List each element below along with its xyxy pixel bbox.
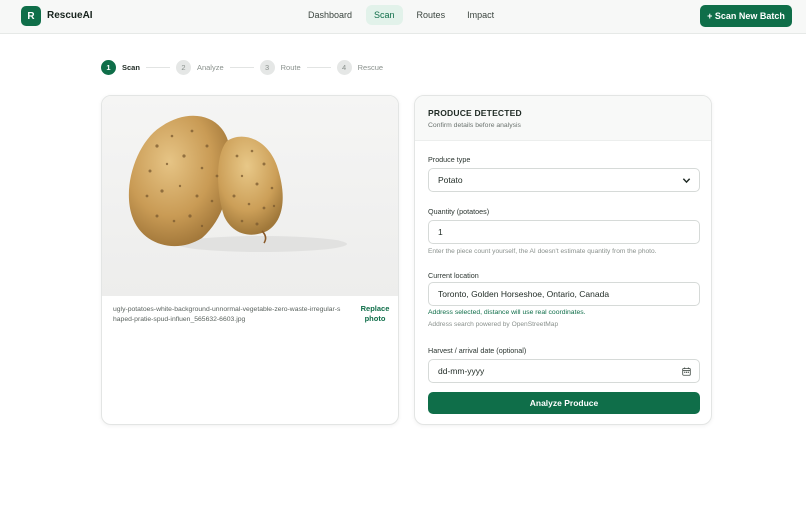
produce-type-select[interactable]: Potato <box>428 168 700 192</box>
scan-new-batch-button[interactable]: + Scan New Batch <box>700 5 792 27</box>
step-number: 2 <box>175 60 191 75</box>
step-rescue: 4 Rescue <box>336 60 384 75</box>
step-analyze: 2 Analyze <box>175 60 224 75</box>
produce-photo <box>102 96 398 296</box>
produce-form-card: PRODUCE DETECTED Confirm details before … <box>414 95 712 425</box>
nav-dashboard[interactable]: Dashboard <box>300 5 360 25</box>
app-name: RescueAI <box>47 10 93 21</box>
nav-impact[interactable]: Impact <box>459 5 502 25</box>
quantity-value: 1 <box>438 227 443 237</box>
produce-type-value: Potato <box>438 175 463 185</box>
step-scan: 1 Scan <box>101 60 140 75</box>
date-input[interactable]: dd-mm-yyyy <box>428 359 700 383</box>
location-value: Toronto, Golden Horseshoe, Ontario, Cana… <box>438 289 610 299</box>
location-hint: Address search powered by OpenStreetMap <box>428 321 559 328</box>
nav-routes[interactable]: Routes <box>409 5 454 25</box>
step-label: Route <box>280 63 301 72</box>
step-label: Analyze <box>196 63 224 72</box>
replace-photo-link[interactable]: Replace photo <box>356 304 394 324</box>
analyze-produce-button[interactable]: Analyze Produce <box>428 392 700 414</box>
step-connector <box>145 67 170 68</box>
step-number: 3 <box>259 60 275 75</box>
progress-stepper: 1 Scan 2 Analyze 3 Route 4 Rescue <box>101 60 383 75</box>
chevron-down-icon <box>682 178 691 184</box>
step-connector <box>229 67 254 68</box>
quantity-label: Quantity (potatoes) <box>428 207 490 216</box>
location-status: Address selected, distance will use real… <box>428 309 586 316</box>
form-subtitle: Confirm details before analysis <box>428 122 521 129</box>
form-title: PRODUCE DETECTED <box>428 108 522 118</box>
logo-icon: R <box>21 6 41 26</box>
produce-type-label: Produce type <box>428 155 471 164</box>
step-number: 4 <box>336 60 352 75</box>
step-route: 3 Route <box>259 60 301 75</box>
nav-scan[interactable]: Scan <box>366 5 403 25</box>
step-label: Scan <box>122 63 140 72</box>
photo-card: ugly-potatoes-white-background-unnormal-… <box>101 95 399 425</box>
location-label: Current location <box>428 271 479 280</box>
step-connector <box>306 67 331 68</box>
step-number: 1 <box>101 60 116 75</box>
step-label: Rescue <box>357 63 384 72</box>
quantity-hint: Enter the piece count yourself, the AI d… <box>428 248 657 255</box>
top-header: R RescueAI Dashboard Scan Routes Impact … <box>0 0 806 34</box>
calendar-icon[interactable] <box>682 367 691 376</box>
date-placeholder: dd-mm-yyyy <box>438 366 485 376</box>
uploaded-file-name: ugly-potatoes-white-background-unnormal-… <box>113 306 341 323</box>
main-nav: Dashboard Scan Routes Impact <box>300 5 502 25</box>
quantity-input[interactable]: 1 <box>428 220 700 244</box>
form-header: PRODUCE DETECTED Confirm details before … <box>415 96 711 141</box>
location-input[interactable]: Toronto, Golden Horseshoe, Ontario, Cana… <box>428 282 700 306</box>
date-label: Harvest / arrival date (optional) <box>428 346 527 355</box>
